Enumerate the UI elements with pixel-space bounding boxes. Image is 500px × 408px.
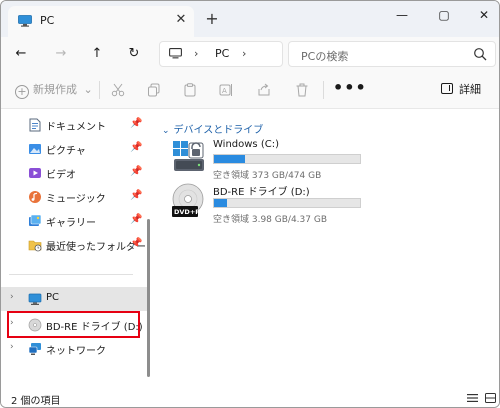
new-label: 新規作成 [33, 83, 77, 96]
details-view-icon[interactable] [467, 393, 478, 403]
sidebar-item-label: ギャラリー [46, 218, 96, 229]
address-bar-row: ← → ↑ ↻ › PC › PCの検索 [1, 37, 499, 71]
drive-usage-fill [214, 199, 228, 207]
search-box[interactable]: PCの検索 [288, 41, 496, 67]
sidebar-item-recent-folders[interactable]: 最近使ったフォルダー 📌 [1, 233, 151, 257]
devices-group-header[interactable]: ⌄ デバイスとドライブ [162, 121, 263, 136]
pin-icon: 📌 [130, 166, 143, 177]
new-tab-button[interactable]: + [203, 10, 221, 28]
dvd-badge: DVD+R [174, 208, 200, 216]
drive-item-d[interactable]: DVD+R BD-RE ドライブ (D:) 空き領域 3.98 GB/4.37 … [171, 183, 371, 227]
tab-title: PC [40, 14, 55, 27]
sidebar-item-pictures[interactable]: ピクチャ 📌 [1, 137, 151, 161]
forward-button[interactable]: → [50, 43, 72, 65]
highlight-box [7, 311, 140, 338]
videos-icon [29, 168, 41, 178]
drive-usage-bar [213, 198, 361, 208]
search-placeholder[interactable]: PCの検索 [301, 48, 348, 64]
delete-icon[interactable] [295, 83, 309, 97]
sidebar-scrollbar[interactable] [147, 219, 150, 377]
sidebar-item-pc[interactable]: › PC [1, 287, 147, 311]
computer-icon [28, 293, 42, 305]
title-bar: PC ✕ + — ▢ ✕ [1, 1, 499, 37]
back-button[interactable]: ← [10, 43, 32, 65]
item-count: 2 個の項目 [11, 396, 61, 407]
sidebar-item-gallery[interactable]: ギャラリー 📌 [1, 209, 151, 233]
paste-icon[interactable] [183, 83, 197, 97]
computer-outline-icon [169, 48, 182, 59]
windows-drive-icon [173, 141, 204, 171]
details-pane-button[interactable]: 詳細 [441, 81, 481, 99]
sidebar-item-network[interactable]: › ネットワーク [1, 337, 151, 361]
search-icon[interactable] [473, 47, 487, 61]
sidebar-item-label: PC [46, 292, 60, 303]
sidebar-item-documents[interactable]: ドキュメント 📌 [1, 113, 151, 137]
more-options-button[interactable]: ••• [333, 80, 366, 99]
sidebar-divider [9, 274, 133, 275]
navigation-pane: ドキュメント 📌 ピクチャ 📌 ビデオ 📌 ミュージック 📌 ギャラリー 📌 最… [1, 109, 153, 389]
svg-text:A: A [222, 87, 227, 95]
up-button[interactable]: ↑ [86, 43, 108, 65]
address-bar[interactable]: › PC › [159, 41, 283, 67]
share-icon[interactable] [257, 83, 271, 97]
details-label: 詳細 [459, 83, 481, 96]
plus-icon: + [15, 85, 29, 99]
minimize-button[interactable]: — [387, 3, 417, 27]
tiles-view-icon[interactable] [485, 393, 496, 403]
network-icon [28, 343, 41, 355]
sidebar-item-videos[interactable]: ビデオ 📌 [1, 161, 151, 185]
breadcrumb-pc[interactable]: PC [215, 47, 229, 60]
expand-chevron-icon[interactable]: › [10, 342, 14, 352]
sidebar-item-label: ビデオ [46, 170, 76, 181]
command-bar: + 新規作成 ⌄ A ••• 詳細 [1, 71, 499, 109]
pin-icon: 📌 [130, 214, 143, 225]
new-button[interactable]: + 新規作成 ⌄ [15, 81, 95, 99]
chevron-down-icon: ⌄ [162, 126, 170, 136]
documents-icon [29, 118, 41, 132]
pictures-icon [29, 144, 41, 154]
drive-item-c[interactable]: Windows (C:) 空き領域 373 GB/474 GB [171, 139, 371, 183]
pin-icon: 📌 [130, 118, 143, 129]
breadcrumb-dropdown[interactable]: › [242, 47, 246, 60]
command-separator [99, 81, 100, 99]
drive-name: Windows (C:) [213, 139, 279, 150]
refresh-button[interactable]: ↻ [123, 43, 145, 65]
breadcrumb-separator[interactable]: › [194, 47, 198, 60]
music-icon [29, 191, 41, 203]
cut-icon[interactable] [111, 83, 125, 97]
drive-usage-bar [213, 154, 361, 164]
close-window-button[interactable]: ✕ [469, 3, 499, 27]
content-pane: ⌄ デバイスとドライブ Windows (C:) 空き領域 373 GB/474 … [153, 109, 499, 389]
chevron-down-icon: ⌄ [83, 83, 93, 96]
expand-chevron-icon[interactable]: › [10, 292, 14, 302]
details-pane-icon [441, 83, 453, 94]
status-bar: 2 個の項目 [1, 389, 499, 407]
file-explorer-window: PC ✕ + — ▢ ✕ ← → ↑ ↻ › PC › PCの検索 + 新規作成… [0, 0, 500, 408]
tab-pc[interactable]: PC ✕ [8, 6, 194, 37]
drive-name: BD-RE ドライブ (D:) [213, 187, 310, 198]
sidebar-item-label: ネットワーク [46, 346, 106, 357]
copy-icon[interactable] [147, 83, 161, 97]
maximize-button[interactable]: ▢ [429, 3, 459, 27]
computer-icon [18, 15, 32, 27]
group-header-label: デバイスとドライブ [173, 125, 264, 136]
rename-icon[interactable]: A [219, 83, 233, 97]
sidebar-item-label: ピクチャ [46, 146, 86, 157]
sidebar-item-label: ドキュメント [46, 122, 106, 133]
sidebar-item-label: ミュージック [46, 194, 106, 205]
pin-icon: 📌 [130, 142, 143, 153]
drive-space-info: 空き領域 373 GB/474 GB [213, 171, 322, 181]
pin-icon: 📌 [130, 238, 143, 249]
drive-usage-fill [214, 155, 245, 163]
command-separator [323, 81, 324, 99]
dvd-drive-icon: DVD+R [172, 183, 204, 217]
sidebar-item-music[interactable]: ミュージック 📌 [1, 185, 151, 209]
drive-space-info: 空き領域 3.98 GB/4.37 GB [213, 215, 327, 225]
close-tab-icon[interactable]: ✕ [174, 12, 188, 28]
pin-icon: 📌 [130, 190, 143, 201]
gallery-icon [29, 214, 42, 226]
recent-folder-icon [28, 240, 42, 252]
